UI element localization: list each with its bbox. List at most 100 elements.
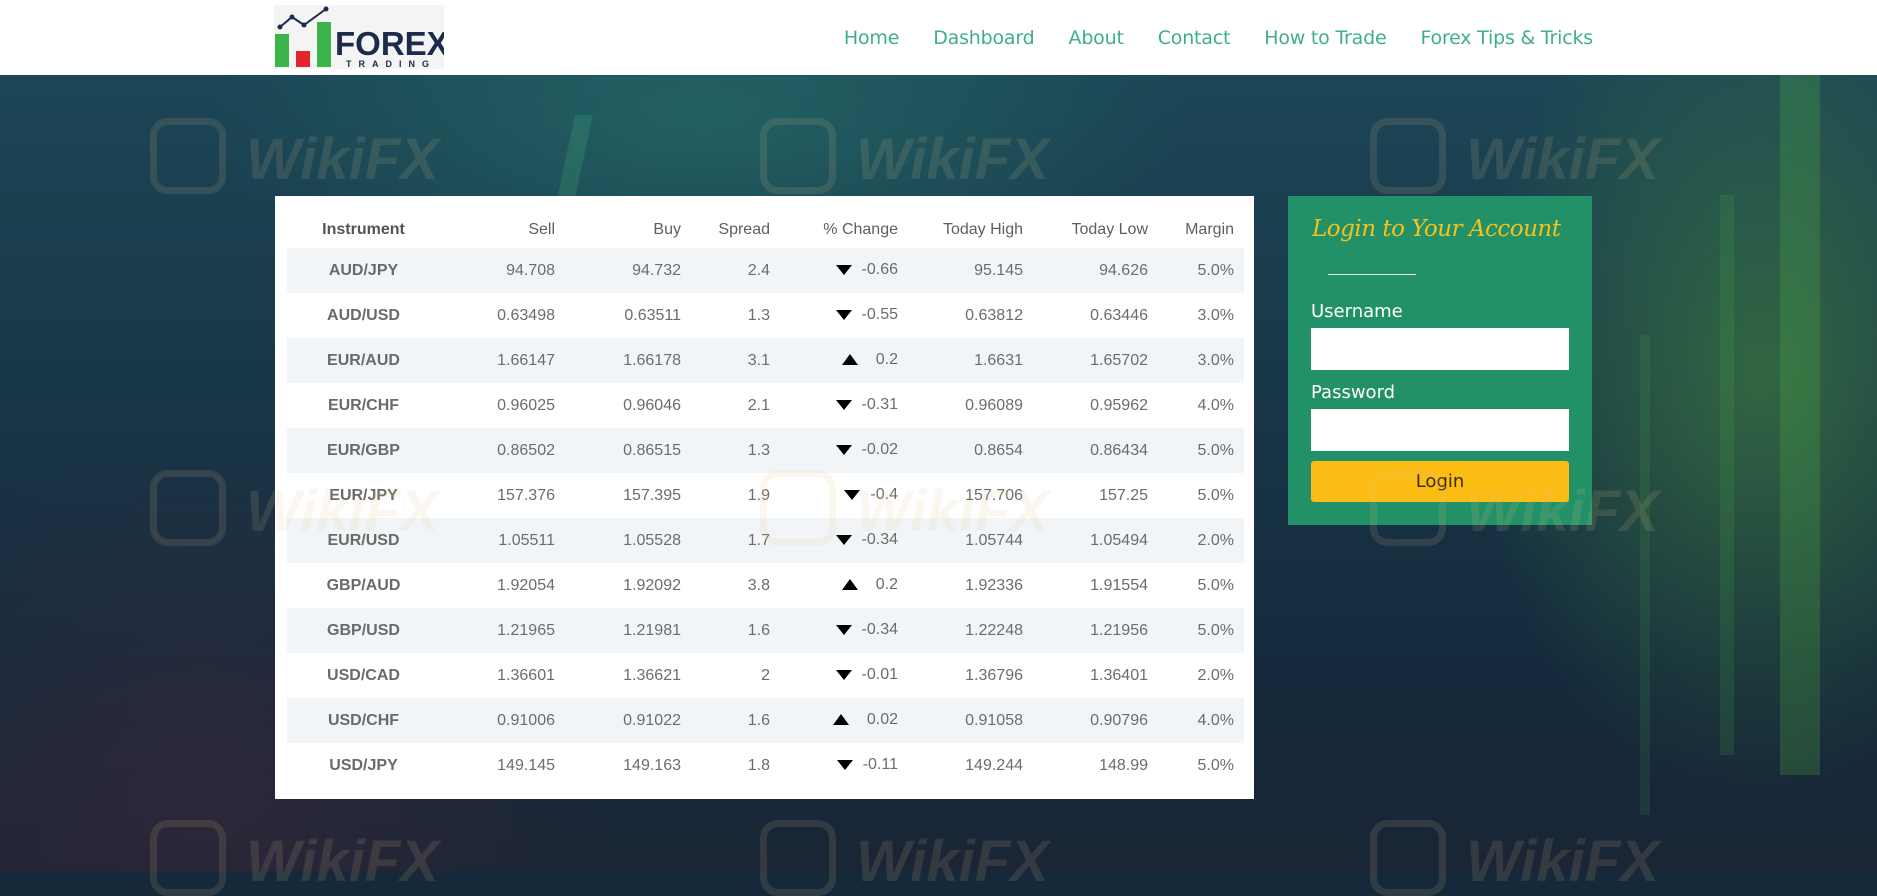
login-panel: Login to Your Account Username Password …: [1288, 196, 1592, 525]
instrument-cell: EUR/GBP: [287, 428, 440, 473]
low-cell: 1.05494: [1033, 518, 1158, 563]
margin-cell: 5.0%: [1197, 576, 1234, 594]
sell-cell: 0.91006: [440, 698, 565, 743]
sell-cell: 1.36601: [497, 666, 555, 684]
buy-cell: 0.86515: [565, 428, 691, 473]
rates-table: Instrument Sell Buy Spread % Change Toda…: [287, 211, 1244, 788]
high-cell: 0.91058: [908, 698, 1033, 743]
table-row[interactable]: EUR/CHF 0.96025 0.96046 2.1 -0.31 0.96089 0.95…: [287, 383, 1244, 428]
high-cell: 1.05744: [908, 518, 1033, 563]
high-cell: 1.36796: [965, 666, 1023, 684]
column-header[interactable]: Margin: [1158, 211, 1244, 248]
low-cell: 0.95962: [1090, 396, 1148, 414]
spread-cell: 2.1: [747, 396, 770, 414]
login-button[interactable]: Login: [1311, 461, 1569, 502]
change-cell: -0.55: [780, 293, 908, 338]
nav-forex-tips[interactable]: Forex Tips & Tricks: [1420, 27, 1593, 49]
logo-wordmark: FOREX: [335, 25, 444, 62]
table-row[interactable]: AUD/JPY 94.708 94.732 2.4 -0.66 95.145 94.626 5…: [287, 248, 1244, 293]
spread-cell: 2: [761, 666, 770, 684]
background-candle: [1720, 195, 1734, 755]
instrument-cell: EUR/AUD: [287, 338, 440, 383]
table-row[interactable]: EUR/AUD 1.66147 1.66178 3.1 0.2 1.6631 1.65702…: [287, 338, 1244, 383]
low-cell: 0.86434: [1033, 428, 1158, 473]
change-indicator: -0.11: [836, 756, 898, 774]
spread-cell: 3.8: [747, 576, 770, 594]
instrument-cell: EUR/CHF: [327, 396, 400, 414]
high-cell: 1.22248: [908, 608, 1033, 653]
instrument-cell: AUD/USD: [327, 306, 400, 324]
instrument-cell: EUR/JPY: [329, 486, 398, 504]
table-row[interactable]: USD/CAD 1.36601 1.36621 2 -0.01 1.36796 1.3640…: [287, 653, 1244, 698]
sell-cell: 157.376: [497, 486, 555, 504]
change-value: 0.2: [875, 350, 898, 368]
high-cell: 157.706: [965, 486, 1023, 504]
low-cell: 0.90796: [1033, 698, 1158, 743]
margin-cell: 2.0%: [1197, 666, 1234, 684]
table-row[interactable]: AUD/USD 0.63498 0.63511 1.3 -0.55 0.63812 0.63…: [287, 293, 1244, 338]
change-indicator: 0.02: [832, 710, 898, 729]
sell-cell: 1.92054: [497, 576, 555, 594]
low-cell: 94.626: [1033, 248, 1158, 293]
column-header[interactable]: Today Low: [1033, 211, 1158, 248]
column-header[interactable]: Instrument: [287, 211, 440, 248]
instrument-cell: AUD/JPY: [287, 248, 440, 293]
high-cell: 1.92336: [965, 576, 1023, 594]
column-header[interactable]: % Change: [780, 211, 908, 248]
instrument-cell: EUR/USD: [287, 518, 440, 563]
change-indicator: -0.01: [835, 666, 898, 684]
nav-about[interactable]: About: [1069, 27, 1124, 49]
spread-cell: 1.3: [691, 428, 780, 473]
site-header: FOREX TRADING Home Dashboard About Conta…: [0, 0, 1877, 75]
nav-contact[interactable]: Contact: [1158, 27, 1231, 49]
triangle-down-icon: [835, 265, 852, 275]
triangle-down-icon: [836, 760, 853, 770]
spread-cell: 1.8: [747, 756, 770, 774]
low-cell: 1.91554: [1090, 576, 1148, 594]
table-row[interactable]: GBP/AUD 1.92054 1.92092 3.8 0.2 1.92336 1.9155…: [287, 563, 1244, 608]
low-cell: 0.63446: [1090, 306, 1148, 324]
change-cell: -0.34: [780, 518, 908, 563]
username-label: Username: [1311, 301, 1403, 322]
triangle-down-icon: [835, 445, 852, 455]
nav-home[interactable]: Home: [844, 27, 900, 49]
change-cell: -0.01: [780, 653, 908, 698]
table-row[interactable]: EUR/USD 1.05511 1.05528 1.7 -0.34 1.05744 1.05…: [287, 518, 1244, 563]
change-value: 0.2: [875, 575, 898, 593]
table-row[interactable]: USD/JPY 149.145 149.163 1.8 -0.11 149.244 148.…: [287, 743, 1244, 788]
column-header[interactable]: Spread: [691, 211, 780, 248]
sell-cell: 0.63498: [497, 306, 555, 324]
table-row[interactable]: USD/CHF 0.91006 0.91022 1.6 0.02 0.91058 0.907…: [287, 698, 1244, 743]
change-value: -0.34: [861, 531, 898, 548]
change-cell: -0.02: [780, 428, 908, 473]
table-row[interactable]: EUR/JPY 157.376 157.395 1.9 -0.4 157.706 157.2…: [287, 473, 1244, 518]
nav-dashboard[interactable]: Dashboard: [933, 27, 1034, 49]
triangle-down-icon: [835, 400, 852, 410]
change-cell: 0.02: [780, 698, 908, 743]
triangle-down-icon: [835, 535, 852, 545]
change-cell: -0.34: [780, 608, 908, 653]
password-label: Password: [1311, 382, 1396, 403]
change-value: 0.02: [866, 710, 898, 728]
password-input[interactable]: [1311, 409, 1569, 451]
table-row[interactable]: GBP/USD 1.21965 1.21981 1.6 -0.34 1.22248 1.21…: [287, 608, 1244, 653]
column-header[interactable]: Today High: [908, 211, 1033, 248]
table-row[interactable]: EUR/GBP 0.86502 0.86515 1.3 -0.02 0.8654 0.864…: [287, 428, 1244, 473]
username-input[interactable]: [1311, 328, 1569, 370]
sell-cell: 1.21965: [440, 608, 565, 653]
low-cell: 1.65702: [1033, 338, 1158, 383]
column-header[interactable]: Sell: [440, 211, 565, 248]
forex-trading-logo[interactable]: FOREX TRADING: [274, 5, 444, 69]
margin-cell: 4.0%: [1197, 396, 1234, 414]
instrument-cell: GBP/AUD: [326, 576, 401, 594]
high-cell: 95.145: [908, 248, 1033, 293]
nav-how-to-trade[interactable]: How to Trade: [1264, 27, 1386, 49]
low-cell: 157.25: [1099, 486, 1148, 504]
spread-cell: 1.7: [691, 518, 780, 563]
column-header[interactable]: Buy: [565, 211, 691, 248]
background-candle: [1640, 335, 1650, 815]
change-indicator: -0.02: [835, 441, 898, 459]
logo-chart-icon: FOREX TRADING: [275, 6, 444, 69]
high-cell: 149.244: [965, 756, 1023, 774]
change-value: -0.01: [861, 666, 898, 683]
